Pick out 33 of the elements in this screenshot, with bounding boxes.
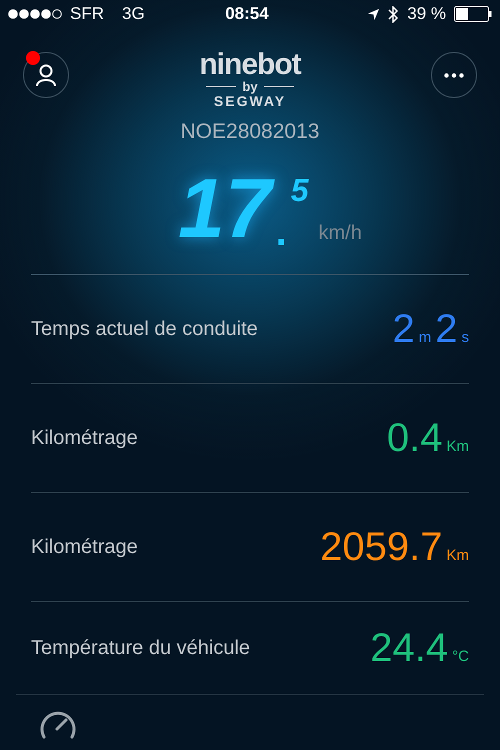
- stat-label: Kilométrage: [31, 536, 138, 558]
- stat-value: 2059.7: [320, 525, 442, 569]
- stat-value: 24.4: [370, 626, 448, 670]
- stat-label: Temps actuel de conduite: [31, 318, 258, 340]
- stat-unit: Km: [446, 547, 469, 564]
- bluetooth-icon: [388, 6, 400, 22]
- location-arrow-icon: [367, 8, 380, 20]
- speed-decimal: 5: [290, 174, 308, 206]
- stat-value: 0.4: [386, 416, 442, 460]
- stat-unit: Km: [446, 438, 469, 455]
- speed-unit: km/h: [318, 222, 362, 244]
- speed-point: .: [276, 214, 287, 250]
- stat-label: Température du véhicule: [31, 636, 250, 660]
- stat-value: 2: [435, 307, 458, 351]
- carrier-name: SFR: [70, 4, 104, 24]
- more-button[interactable]: [431, 52, 477, 98]
- logo-brand: ninebot: [199, 50, 301, 80]
- status-time: 08:54: [225, 4, 269, 24]
- stat-value: 2: [392, 307, 415, 351]
- battery-icon: [454, 6, 492, 22]
- device-id: NOE28082013: [180, 120, 320, 143]
- logo-by: by: [242, 80, 258, 93]
- user-icon: [35, 63, 57, 87]
- stat-unit: s: [462, 329, 469, 346]
- battery-percent: 39 %: [407, 4, 446, 24]
- network-type: 3G: [122, 4, 145, 24]
- stat-label: Kilométrage: [31, 426, 138, 450]
- stat-unit: m: [418, 329, 432, 346]
- profile-button[interactable]: [23, 52, 69, 98]
- logo-maker: SEGWAY: [214, 93, 286, 109]
- more-icon: [444, 72, 464, 78]
- stat-unit: °C: [452, 648, 469, 665]
- signal-strength-icon: [8, 9, 62, 19]
